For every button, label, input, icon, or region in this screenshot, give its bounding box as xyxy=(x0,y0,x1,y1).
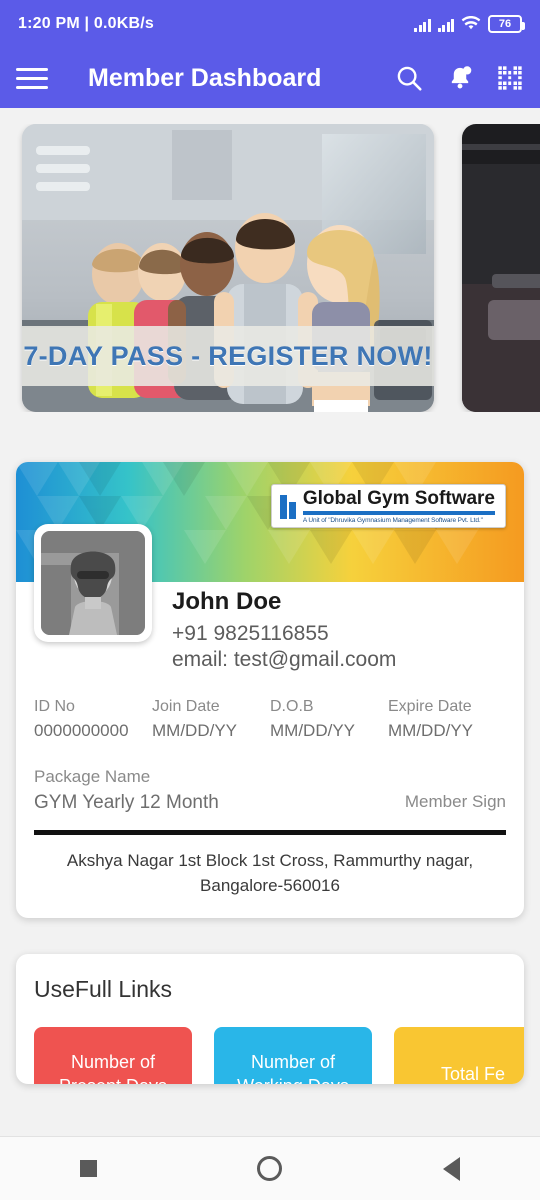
field-join-date: Join Date MM/DD/YY xyxy=(152,698,270,741)
brand-logo: Global Gym Software A Unit of "Dhruvika … xyxy=(270,484,506,528)
member-fields: ID No 0000000000 Join Date MM/DD/YY D.O.… xyxy=(34,698,506,741)
app-bar: Member Dashboard xyxy=(0,48,540,108)
field-value: MM/DD/YY xyxy=(152,721,237,740)
member-profile-photo xyxy=(41,531,145,635)
field-label: ID No xyxy=(34,698,75,715)
battery-icon: 76 xyxy=(488,15,525,33)
brand-name: Global Gym Software xyxy=(302,488,495,509)
package-row: Package Name GYM Yearly 12 Month Member … xyxy=(34,767,506,814)
field-value: MM/DD/YY xyxy=(388,721,473,740)
useful-links-card: UseFull Links Number of Present Days Num… xyxy=(16,954,524,1085)
chip-present-days[interactable]: Number of Present Days xyxy=(34,1027,192,1085)
field-label: Join Date xyxy=(152,698,220,715)
recents-square-icon[interactable] xyxy=(80,1160,98,1177)
promo-strip: 7-DAY PASS - REGISTER NOW! xyxy=(22,326,434,386)
member-email: email: test@gmail.coom xyxy=(172,648,397,671)
logo-underline xyxy=(302,511,495,515)
avatar xyxy=(34,524,152,642)
status-time: 1:20 PM xyxy=(18,15,80,32)
gym-address: Akshya Nagar 1st Block 1st Cross, Rammur… xyxy=(66,851,474,895)
member-info: John Doe +91 9825116855 email: test@gmai… xyxy=(172,524,396,672)
member-phone: +91 9825116855 xyxy=(172,622,329,645)
package-value: GYM Yearly 12 Month xyxy=(34,792,219,813)
logo-mark-icon xyxy=(279,494,296,519)
package-label: Package Name xyxy=(34,767,151,786)
carousel-slide[interactable]: 7-DAY PASS - REGISTER NOW! xyxy=(22,124,434,412)
promo-text: 7-DAY PASS - REGISTER NOW! xyxy=(23,340,433,371)
promo-carousel[interactable]: 7-DAY PASS - REGISTER NOW! xyxy=(0,124,540,412)
member-name: John Doe xyxy=(172,588,282,615)
status-bar-right: 76 xyxy=(414,15,525,33)
useful-links-title: UseFull Links xyxy=(34,976,173,1003)
signal-icon xyxy=(437,17,454,32)
field-value: MM/DD/YY xyxy=(270,721,355,740)
brand-tagline: A Unit of "Dhruvika Gymnasium Management… xyxy=(302,517,483,524)
member-id-card: Global Gym Software A Unit of "Dhruvika … xyxy=(16,462,524,919)
home-circle-icon[interactable] xyxy=(257,1156,283,1181)
useful-links-chips: Number of Present Days Number of Working… xyxy=(34,1027,524,1085)
notification-bell-icon[interactable] xyxy=(446,63,474,93)
field-label: D.O.B xyxy=(270,698,314,715)
app-bar-actions xyxy=(394,63,524,93)
divider xyxy=(34,830,506,835)
battery-level: 76 xyxy=(498,18,512,30)
field-dob: D.O.B MM/DD/YY xyxy=(270,698,388,741)
search-icon[interactable] xyxy=(394,63,424,93)
field-id-no: ID No 0000000000 xyxy=(34,698,152,741)
status-bar: 1:20 PM | 0.0KB/s 76 xyxy=(0,0,540,48)
field-expire-date: Expire Date MM/DD/YY xyxy=(388,698,506,741)
hamburger-menu-icon[interactable] xyxy=(16,67,48,89)
chip-total-fees[interactable]: Total Fe xyxy=(394,1027,524,1085)
carousel-slide[interactable] xyxy=(462,124,540,412)
status-bar-left: 1:20 PM | 0.0KB/s xyxy=(18,15,154,33)
chip-working-days[interactable]: Number of Working Days xyxy=(214,1027,372,1085)
package-info: Package Name GYM Yearly 12 Month xyxy=(34,767,405,814)
back-triangle-icon[interactable] xyxy=(442,1156,460,1181)
field-label: Expire Date xyxy=(388,698,472,715)
member-header-row: John Doe +91 9825116855 email: test@gmai… xyxy=(34,524,506,672)
page-title: Member Dashboard xyxy=(88,63,322,92)
member-sign-label: Member Sign xyxy=(404,792,506,811)
status-network-speed: 0.0KB/s xyxy=(93,15,154,32)
gym-interior-photo xyxy=(462,124,540,412)
id-card-body: John Doe +91 9825116855 email: test@gmai… xyxy=(16,524,524,835)
field-value: 0000000000 xyxy=(34,721,129,740)
status-separator: | xyxy=(84,15,90,32)
system-navigation-bar xyxy=(0,1136,540,1200)
signal-icon xyxy=(414,17,431,32)
wifi-icon xyxy=(461,16,481,30)
qr-code-scanner-icon[interactable] xyxy=(496,64,524,92)
